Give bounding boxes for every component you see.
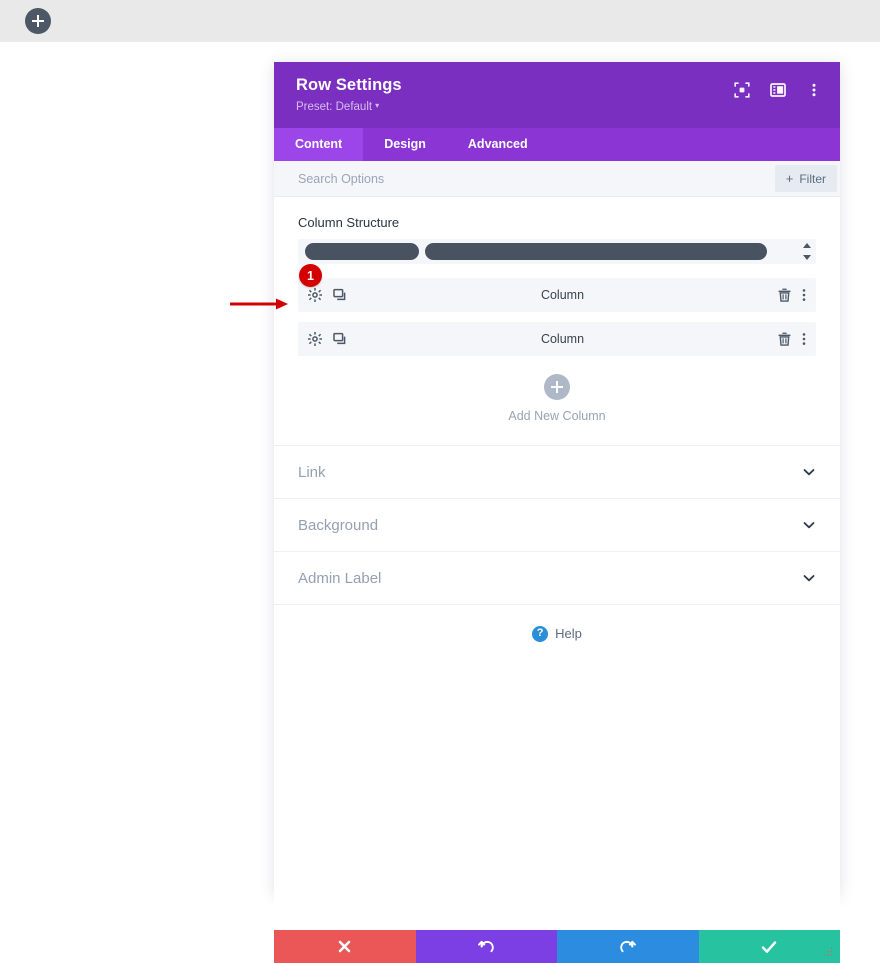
row-settings-modal: Row Settings Preset: Default ▾ Content D… bbox=[274, 62, 840, 963]
more-vertical-icon[interactable] bbox=[802, 288, 806, 302]
redo-button[interactable] bbox=[557, 930, 699, 963]
status-badge: 1 bbox=[299, 264, 322, 287]
add-new-column-button[interactable]: Add New Column bbox=[298, 374, 816, 423]
column-structure-label: Column Structure bbox=[298, 215, 400, 230]
column-row-label: Column bbox=[540, 332, 585, 346]
trash-icon[interactable] bbox=[778, 332, 791, 346]
tab-advanced[interactable]: Advanced bbox=[447, 128, 549, 161]
resize-handle[interactable] bbox=[822, 946, 834, 958]
column-row-left-icons bbox=[308, 288, 347, 302]
modal-tab-bar: Content Design Advanced bbox=[274, 128, 840, 161]
gear-icon[interactable] bbox=[308, 332, 322, 346]
help-link[interactable]: ? Help bbox=[274, 605, 840, 662]
preset-dropdown[interactable]: Preset: Default ▾ bbox=[296, 98, 379, 115]
column-row-right-icons bbox=[778, 288, 806, 302]
search-options-bar: + Filter bbox=[274, 161, 840, 197]
modal-footer bbox=[274, 930, 840, 963]
more-vertical-icon[interactable] bbox=[802, 332, 806, 346]
focus-target-icon[interactable] bbox=[732, 80, 752, 100]
gear-icon[interactable] bbox=[308, 288, 322, 302]
search-input[interactable] bbox=[298, 161, 718, 196]
trash-icon[interactable] bbox=[778, 288, 791, 302]
table-row[interactable]: Column bbox=[298, 322, 816, 356]
help-label: Help bbox=[555, 626, 582, 641]
accordion-admin-label[interactable]: Admin Label bbox=[274, 552, 840, 605]
updown-arrows-icon bbox=[802, 243, 811, 260]
question-circle-icon: ? bbox=[532, 625, 549, 642]
tab-content[interactable]: Content bbox=[274, 128, 364, 161]
accordion-label: Admin Label bbox=[298, 569, 382, 587]
plus-icon: + bbox=[785, 171, 794, 186]
top-admin-bar bbox=[0, 0, 880, 42]
modal-body: Column Structure 1 Column Column Add New… bbox=[274, 197, 840, 930]
layout-panel-icon[interactable] bbox=[768, 80, 788, 100]
column-structure-select[interactable] bbox=[298, 239, 816, 264]
add-section-button[interactable] bbox=[25, 8, 51, 34]
plus-circle-icon bbox=[544, 374, 570, 400]
close-x-icon bbox=[337, 939, 352, 954]
filter-button[interactable]: + Filter bbox=[774, 165, 837, 192]
filter-button-label: Filter bbox=[799, 171, 826, 186]
chevron-down-icon bbox=[802, 465, 816, 479]
structure-segment bbox=[425, 243, 767, 260]
preset-label: Preset: Default bbox=[296, 101, 373, 113]
tab-design[interactable]: Design bbox=[363, 128, 447, 161]
chevron-down-icon bbox=[802, 518, 816, 532]
save-button[interactable] bbox=[698, 930, 840, 963]
duplicate-icon[interactable] bbox=[333, 288, 347, 302]
annotation-arrow bbox=[230, 298, 288, 310]
accordion-label: Background bbox=[298, 516, 379, 534]
structure-segment bbox=[305, 243, 419, 260]
undo-arrow-icon bbox=[477, 938, 495, 955]
add-new-column-label: Add New Column bbox=[508, 409, 606, 423]
accordion-link[interactable]: Link bbox=[274, 446, 840, 499]
discard-button[interactable] bbox=[274, 930, 416, 963]
accordion-background[interactable]: Background bbox=[274, 499, 840, 552]
column-row-left-icons bbox=[308, 332, 347, 346]
redo-arrow-icon bbox=[619, 938, 637, 955]
checkmark-icon bbox=[760, 938, 778, 956]
more-vertical-icon[interactable] bbox=[804, 80, 824, 100]
modal-header: Row Settings Preset: Default ▾ bbox=[274, 62, 840, 128]
column-structure-group: Column Structure 1 Column Column Add New… bbox=[274, 197, 840, 446]
column-row-label: Column bbox=[540, 288, 585, 302]
chevron-down-icon bbox=[802, 571, 816, 585]
table-row[interactable]: 1 Column bbox=[298, 264, 816, 312]
accordion-label: Link bbox=[298, 463, 326, 481]
modal-header-actions bbox=[732, 80, 824, 100]
duplicate-icon[interactable] bbox=[333, 332, 347, 346]
column-row-right-icons bbox=[778, 332, 806, 346]
chevron-down-icon: ▾ bbox=[375, 101, 380, 110]
undo-button[interactable] bbox=[415, 930, 557, 963]
